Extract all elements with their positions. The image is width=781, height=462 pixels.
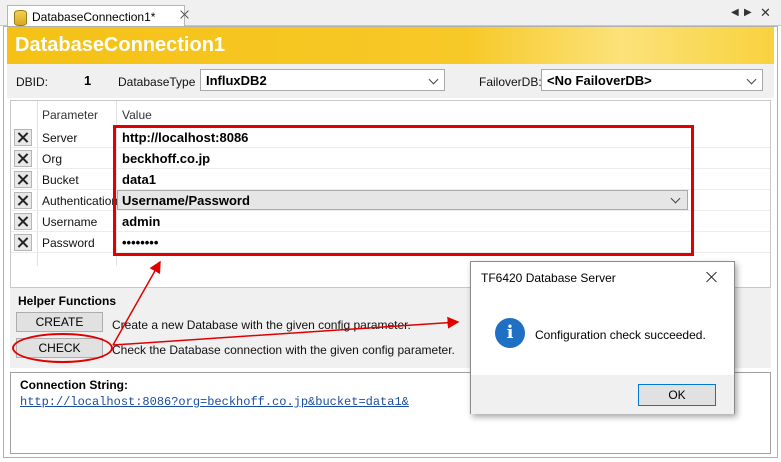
dialog-footer: OK [471, 375, 734, 414]
editor-header: DatabaseConnection1 [7, 27, 774, 64]
failover-value: <No FailoverDB> [547, 72, 652, 88]
create-button[interactable]: CREATE [16, 312, 103, 332]
failover-label: FailoverDB: [479, 75, 542, 89]
dbtype-value: InfluxDB2 [206, 72, 267, 88]
delete-row-icon[interactable] [14, 129, 32, 146]
ok-button[interactable]: OK [638, 384, 716, 406]
dbid-value: 1 [84, 73, 92, 88]
dialog-message: Configuration check succeeded. [535, 328, 706, 342]
check-description: Check the Database connection with the g… [112, 343, 455, 357]
dbtype-label: DatabaseType [118, 75, 196, 89]
column-header-value: Value [122, 108, 152, 122]
document-tab-strip: DatabaseConnection1* ◀ ▶ ✕ [0, 0, 781, 27]
delete-row-icon[interactable] [14, 234, 32, 251]
connection-title: Connection String: [20, 378, 128, 392]
chevron-down-icon [428, 74, 439, 85]
dbtype-dropdown[interactable]: InfluxDB2 [200, 69, 445, 91]
param-name: Username [42, 215, 98, 229]
param-name: Password [42, 236, 95, 250]
param-name: Server [42, 131, 78, 145]
param-name: Org [42, 152, 63, 166]
tab-label: DatabaseConnection1* [32, 9, 156, 24]
dialog-title: TF6420 Database Server [481, 271, 616, 285]
tab-database-connection[interactable]: DatabaseConnection1* [7, 5, 185, 27]
param-name: Bucket [42, 173, 79, 187]
failover-dropdown[interactable]: <No FailoverDB> [541, 69, 763, 91]
close-window-icon[interactable]: ✕ [760, 5, 771, 21]
create-description: Create a new Database with the given con… [112, 318, 411, 332]
helper-title: Helper Functions [18, 294, 117, 308]
database-icon [14, 9, 27, 26]
grid-header: Parameter Value [11, 101, 770, 122]
dbid-label: DBID: [16, 75, 49, 89]
connection-string-link[interactable]: http://localhost:8086?org=beckhoff.co.jp… [20, 395, 409, 409]
delete-row-icon[interactable] [14, 213, 32, 230]
info-icon: i [495, 318, 525, 348]
delete-row-icon[interactable] [14, 192, 32, 209]
scroll-left-icon[interactable]: ◀ [731, 7, 739, 18]
column-header-parameter: Parameter [42, 108, 99, 122]
page-title: DatabaseConnection1 [15, 34, 226, 56]
close-icon[interactable] [706, 271, 718, 283]
settings-row: DBID: 1 DatabaseType InfluxDB2 FailoverD… [7, 64, 774, 98]
param-name: Authentication [42, 194, 119, 208]
annotation-highlight-box [113, 125, 694, 256]
annotation-ellipse [12, 333, 113, 363]
delete-row-icon[interactable] [14, 150, 32, 167]
chevron-down-icon [746, 74, 757, 85]
delete-row-icon[interactable] [14, 171, 32, 188]
message-dialog: TF6420 Database Server i Configuration c… [470, 261, 735, 414]
scroll-right-icon[interactable]: ▶ [744, 7, 752, 18]
tab-close-icon[interactable] [180, 10, 189, 19]
